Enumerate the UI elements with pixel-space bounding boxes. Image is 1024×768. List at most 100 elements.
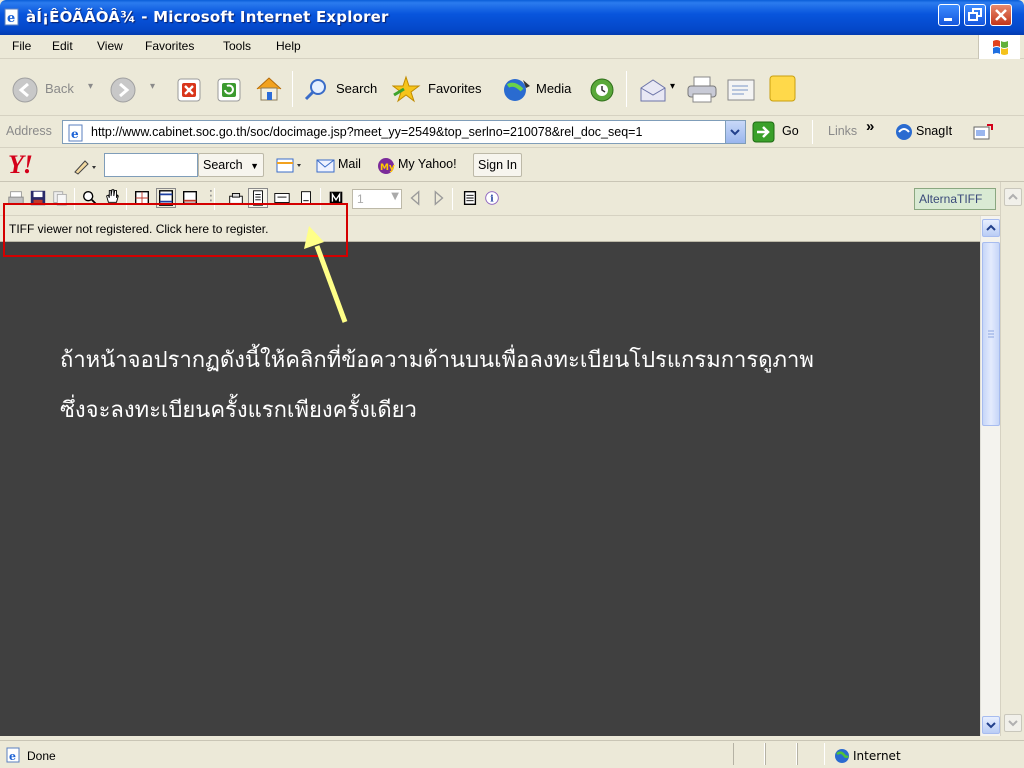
- menu-edit[interactable]: Edit: [52, 39, 73, 53]
- menu-tools[interactable]: Tools: [223, 39, 251, 53]
- close-button[interactable]: [990, 4, 1012, 26]
- tiff-pan-hand-icon[interactable]: [102, 186, 122, 206]
- mail-icon[interactable]: [638, 76, 668, 104]
- tiff-document-area[interactable]: ถ้าหน้าจอปรากฏดังนี้ให้คลิกที่ข้อความด้า…: [0, 242, 980, 736]
- scroll-thumb[interactable]: [982, 242, 1000, 426]
- yahoo-mail-label[interactable]: Mail: [338, 157, 361, 171]
- tiff-page-value: 1: [357, 192, 364, 206]
- svg-text:My: My: [380, 163, 395, 173]
- register-link[interactable]: TIFF viewer not registered. Click here t…: [9, 222, 268, 236]
- snagit-icon: [896, 124, 912, 140]
- tiff-prev-page-icon[interactable]: [406, 188, 426, 208]
- edit-icon[interactable]: [726, 77, 758, 103]
- tiff-next-page-icon[interactable]: [428, 188, 448, 208]
- title-bar[interactable]: e àÍ¡ÊÒÃÃÒÂ¾ - Microsoft Internet Explor…: [0, 0, 1024, 35]
- yahoo-sign-in-button[interactable]: Sign In: [473, 153, 522, 177]
- chevron-down-icon: ▼: [250, 161, 260, 171]
- note-icon[interactable]: [768, 74, 798, 104]
- ie-page-icon: e: [4, 8, 19, 26]
- maximize-button[interactable]: [964, 4, 986, 26]
- status-pane: [797, 743, 825, 765]
- toolbar-separator: [214, 188, 215, 210]
- snagit-capture-icon[interactable]: [972, 123, 994, 141]
- close-icon: [995, 9, 1007, 21]
- tiff-fit-width-icon[interactable]: [180, 188, 200, 208]
- menu-view[interactable]: View: [97, 39, 123, 53]
- register-bar[interactable]: TIFF viewer not registered. Click here t…: [0, 216, 980, 242]
- chevron-down-icon: [1008, 720, 1018, 727]
- refresh-icon[interactable]: [216, 77, 242, 103]
- tiff-rotate-icon[interactable]: ⋮: [204, 188, 218, 204]
- svg-text:e: e: [71, 127, 79, 141]
- alternatiff-label: AlternaTIFF: [919, 192, 983, 206]
- security-zone-label: Internet: [853, 749, 901, 763]
- tiff-page-view-icon[interactable]: [248, 188, 268, 208]
- address-input[interactable]: e http://www.cabinet.soc.go.th/soc/docim…: [62, 120, 746, 144]
- minimize-button[interactable]: [938, 4, 960, 26]
- yahoo-bookmark-icon[interactable]: [276, 157, 306, 175]
- svg-text:i: i: [490, 195, 494, 205]
- chevron-down-icon: ▼: [391, 191, 399, 202]
- print-icon[interactable]: [686, 75, 718, 105]
- tiff-copy-icon[interactable]: [50, 188, 70, 208]
- tiff-print-icon[interactable]: [6, 188, 26, 208]
- toolbar-separator: [320, 188, 321, 210]
- snagit-button-label[interactable]: SnagIt: [916, 124, 952, 138]
- yahoo-logo[interactable]: Y!: [8, 150, 33, 180]
- back-dropdown-icon[interactable]: ▾: [88, 81, 93, 92]
- mail-dropdown-icon[interactable]: ▾: [670, 81, 675, 92]
- yahoo-toolbar: Y! Search ▼ Mail My My Yahoo! Sign In: [0, 148, 1024, 182]
- links-chevron-icon[interactable]: »: [866, 118, 874, 135]
- tiff-single-page-icon[interactable]: [226, 188, 246, 208]
- minimize-icon: [944, 18, 952, 21]
- tiff-fit-page-icon[interactable]: [132, 188, 152, 208]
- tiff-document-icon[interactable]: [296, 188, 316, 208]
- tiff-info-icon[interactable]: i: [482, 188, 502, 208]
- address-dropdown-button[interactable]: [725, 121, 745, 143]
- search-button-label[interactable]: Search: [336, 81, 377, 96]
- svg-text:e: e: [9, 750, 16, 763]
- tiff-fit-height-icon[interactable]: [156, 188, 176, 208]
- tiff-toolbar: ⋮ 1 ▼ i AlternaTIFF: [0, 182, 1000, 216]
- browser-scroll-down[interactable]: [1004, 714, 1022, 732]
- address-label: Address: [6, 124, 52, 138]
- menu-help[interactable]: Help: [276, 39, 301, 53]
- forward-dropdown-icon[interactable]: ▾: [150, 81, 155, 92]
- tiff-save-icon[interactable]: [28, 188, 48, 208]
- toolbar-separator: [74, 188, 75, 210]
- history-icon[interactable]: [588, 76, 616, 104]
- back-button-label[interactable]: Back: [45, 81, 74, 96]
- restore-icon: [968, 8, 982, 21]
- chevron-up-icon: [986, 224, 996, 231]
- menu-file[interactable]: File: [12, 39, 31, 53]
- address-bar: Address e http://www.cabinet.soc.go.th/s…: [0, 116, 1024, 148]
- go-arrow-icon[interactable]: [752, 121, 776, 143]
- tiff-zoom-icon[interactable]: [80, 188, 100, 208]
- ie-window: e àÍ¡ÊÒÃÃÒÂ¾ - Microsoft Internet Explor…: [0, 0, 1024, 768]
- tiff-negative-icon[interactable]: [326, 188, 346, 208]
- document-scrollbar[interactable]: [980, 216, 1000, 736]
- pencil-icon[interactable]: [72, 157, 100, 175]
- yahoo-search-input[interactable]: [104, 153, 198, 177]
- chevron-down-icon: [986, 722, 996, 729]
- scroll-down-button[interactable]: [982, 716, 1000, 734]
- menu-favorites[interactable]: Favorites: [145, 39, 194, 53]
- go-button-label[interactable]: Go: [782, 124, 799, 138]
- scroll-up-button[interactable]: [982, 219, 1000, 237]
- browser-scroll-up[interactable]: [1004, 188, 1022, 206]
- forward-arrow-icon[interactable]: [110, 77, 136, 103]
- links-label[interactable]: Links: [828, 124, 857, 138]
- home-icon[interactable]: [254, 75, 284, 103]
- yahoo-search-button[interactable]: Search ▼: [198, 153, 265, 177]
- tiff-page-select[interactable]: 1 ▼: [352, 189, 402, 209]
- stop-icon[interactable]: [176, 77, 202, 103]
- window-title: àÍ¡ÊÒÃÃÒÂ¾ - Microsoft Internet Explorer: [26, 8, 389, 26]
- media-button-label[interactable]: Media: [536, 81, 571, 96]
- alternatiff-logo[interactable]: AlternaTIFF: [914, 188, 996, 210]
- tiff-thumbnail-icon[interactable]: [272, 188, 292, 208]
- envelope-icon: [316, 159, 335, 173]
- favorites-button-label[interactable]: Favorites: [428, 81, 481, 96]
- my-yahoo-label[interactable]: My Yahoo!: [398, 157, 457, 171]
- browser-scrollbar[interactable]: [1000, 182, 1024, 736]
- tiff-properties-icon[interactable]: [460, 188, 480, 208]
